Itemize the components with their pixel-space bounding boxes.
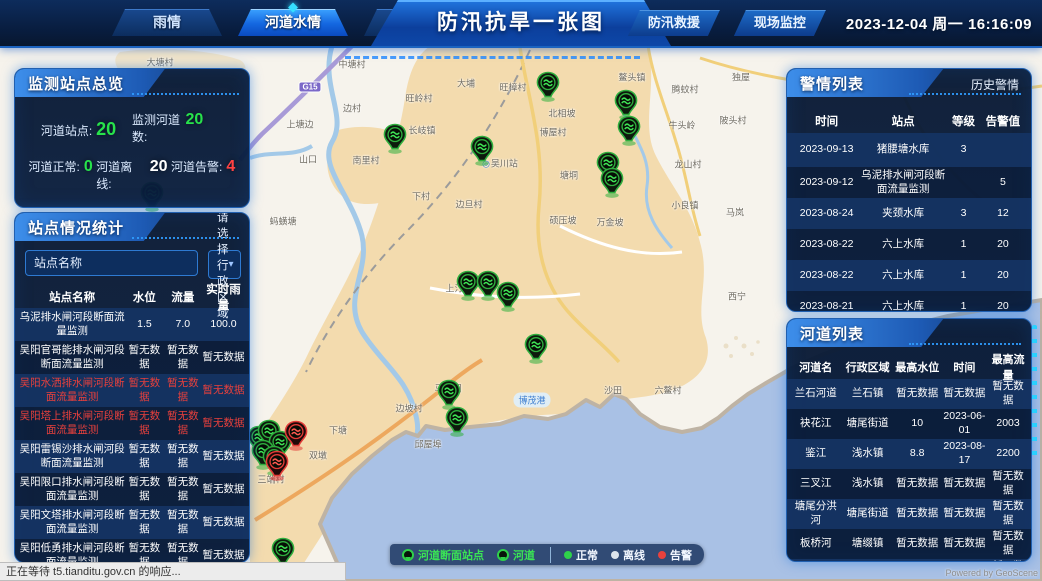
stat-item: 河道站点: 20	[25, 119, 132, 140]
legend-item[interactable]: 离线	[611, 547, 645, 563]
river-station-marker[interactable]	[536, 71, 561, 102]
river-station-marker[interactable]	[383, 123, 408, 154]
map-attribution: Powered by GeoScene	[945, 568, 1038, 578]
water-station-pin-icon	[536, 71, 561, 102]
stat-item: 河道正常: 0	[25, 158, 96, 192]
water-station-pin-icon	[524, 333, 549, 364]
river-row[interactable]: 袂花江 塘尾街道 10 2023-06-01 2003	[787, 409, 1031, 439]
river-list-panel: 河道列表 河道名 行政区域 最高水位 时间 最高流量 兰石河道 兰石镇 暂无数据…	[786, 318, 1032, 562]
station-overview-panel: 监测站点总览 河道站点: 20 监测河道数: 20 河道正常: 0 河道离线: …	[14, 68, 250, 208]
alarm-list-panel: 警情列表 历史警情 时间 站点 等级 告警值 2023-09-13 猪腰塘水库 …	[786, 68, 1032, 312]
dotted-line-decor	[909, 343, 1021, 345]
region-select-dropdown[interactable]: 请选择行政区域 ▾	[208, 250, 241, 279]
river-row[interactable]: 塘尾分洪河 塘尾街道 暂无数据 暂无数据 暂无数据	[787, 499, 1031, 529]
alarm-table-header: 时间 站点 等级 告警值	[787, 109, 1031, 133]
station-name-search-input[interactable]	[25, 250, 198, 276]
legend-marker-icon	[564, 551, 572, 559]
legend-marker-icon	[658, 551, 666, 559]
stat-item: 监测河道数: 20	[132, 111, 203, 158]
legend-item[interactable]: 河道	[497, 547, 535, 563]
dotted-line-decor	[909, 93, 1021, 95]
river-row[interactable]: 板桥河 塘缀镇 暂无数据 暂无数据 暂无数据	[787, 529, 1031, 559]
river-table-header: 河道名 行政区域 最高水位 时间 最高流量	[787, 355, 1031, 379]
river-row[interactable]: 三叉江 浅水镇 暂无数据 暂无数据 暂无数据	[787, 469, 1031, 499]
alarm-row[interactable]: 2023-08-22 六上水库 1 20	[787, 229, 1031, 260]
dotted-line-decor	[132, 237, 239, 239]
river-row[interactable]: 兰石河道 兰石镇 暂无数据 暂无数据 暂无数据	[787, 379, 1031, 409]
datetime-display: 2023-12-04 周一 16:16:09	[846, 13, 1032, 34]
station-row[interactable]: 吴阳雷锡沙排水闸河段断面流量监测 暂无数据 暂无数据 暂无数据	[15, 440, 249, 473]
station-table-header: 站点名称 水位 流量 实时雨量	[15, 286, 249, 308]
station-stats-panel: 站点情况统计 请选择行政区域 ▾ 站点名称 水位 流量 实时雨量 乌泥排水闸河段…	[14, 212, 250, 563]
chevron-down-icon: ▾	[229, 259, 234, 270]
station-row[interactable]: 吴阳塔上排水闸河段断面流量监测 暂无数据 暂无数据 暂无数据	[15, 407, 249, 440]
legend-item[interactable]: 告警	[658, 547, 692, 563]
alarm-row[interactable]: 2023-08-24 夹颈水库 3 12	[787, 198, 1031, 229]
water-station-pin-icon	[445, 406, 470, 437]
history-alarms-link[interactable]: 历史警情	[971, 76, 1019, 93]
dotted-line-decor	[132, 93, 239, 95]
river-row[interactable]: 鉴江 浅水镇 8.8 2023-08-17 2200	[787, 439, 1031, 469]
water-station-pin-icon	[265, 450, 290, 481]
water-station-pin-icon	[383, 123, 408, 154]
legend-item[interactable]: 正常	[550, 547, 598, 563]
river-row[interactable]: 塘缀河 塘缀镇 暂无数据 暂无数据 暂无数据	[787, 559, 1031, 562]
top-navbar: 雨情 河道水情 水库水情 水库大坝 防汛抗旱一张图 防汛救援	[0, 0, 1042, 48]
legend-marker-icon	[402, 549, 414, 561]
browser-status-bar: 正在等待 t5.tianditu.gov.cn 的响应...	[0, 562, 346, 581]
page-title: 防汛抗旱一张图	[371, 0, 671, 46]
river-station-marker[interactable]	[496, 281, 521, 312]
map-legend: 河道断面站点 河道 正常 离线 告警	[390, 544, 704, 565]
alarm-row[interactable]: 2023-08-21 六上水库 1 20	[787, 291, 1031, 312]
water-station-pin-icon	[496, 281, 521, 312]
river-station-marker[interactable]	[617, 115, 642, 146]
nav-tab[interactable]: 河道水情	[238, 9, 348, 36]
river-station-marker[interactable]	[600, 167, 625, 198]
water-station-pin-icon	[284, 420, 309, 451]
water-station-pin-icon	[470, 135, 495, 166]
header-action-button[interactable]: 现场监控	[734, 10, 826, 36]
panel-title: 站点情况统计	[28, 217, 124, 238]
river-station-marker[interactable]	[470, 135, 495, 166]
alarm-row[interactable]: 2023-08-22 六上水库 1 20	[787, 260, 1031, 291]
station-row[interactable]: 吴阳限口排水闸河段断面流量监测 暂无数据 暂无数据 暂无数据	[15, 473, 249, 506]
river-station-marker[interactable]	[524, 333, 549, 364]
alarm-row[interactable]: 2023-09-12 乌泥排水闸河段断面流量监测 5	[787, 167, 1031, 198]
stat-item: 河道离线: 20	[96, 158, 167, 192]
station-row[interactable]: 吴阳官哥能排水闸河段断面流量监测 暂无数据 暂无数据 暂无数据	[15, 341, 249, 374]
river-station-marker[interactable]	[284, 420, 309, 451]
nav-tab[interactable]: 雨情	[112, 9, 222, 36]
header-action-button[interactable]: 防汛救援	[628, 10, 720, 36]
station-row[interactable]: 吴阳文塔排水闸河段断面流量监测 暂无数据 暂无数据 暂无数据	[15, 506, 249, 539]
panel-title: 警情列表	[800, 73, 864, 94]
stat-item: 河道告警: 4	[168, 158, 239, 192]
alarm-row[interactable]: 2023-09-13 猪腰塘水库 3	[787, 133, 1031, 167]
edge-dots-decor	[1032, 325, 1037, 465]
panel-title: 河道列表	[800, 323, 864, 344]
legend-marker-icon	[497, 549, 509, 561]
legend-item[interactable]: 河道断面站点	[402, 547, 484, 563]
panel-title: 监测站点总览	[28, 73, 124, 94]
station-row[interactable]: 吴阳水洒排水闸河段断面流量监测 暂无数据 暂无数据 暂无数据	[15, 374, 249, 407]
river-station-marker[interactable]	[445, 406, 470, 437]
header-dashed-decor	[345, 56, 640, 59]
app-title-banner: 防汛抗旱一张图	[371, 0, 671, 46]
station-row[interactable]: 吴阳低勇排水闸河段断面流量监测 暂无数据 暂无数据 暂无数据	[15, 539, 249, 563]
river-station-marker[interactable]	[265, 450, 290, 481]
water-station-pin-icon	[600, 167, 625, 198]
legend-marker-icon	[611, 551, 619, 559]
water-station-pin-icon	[617, 115, 642, 146]
